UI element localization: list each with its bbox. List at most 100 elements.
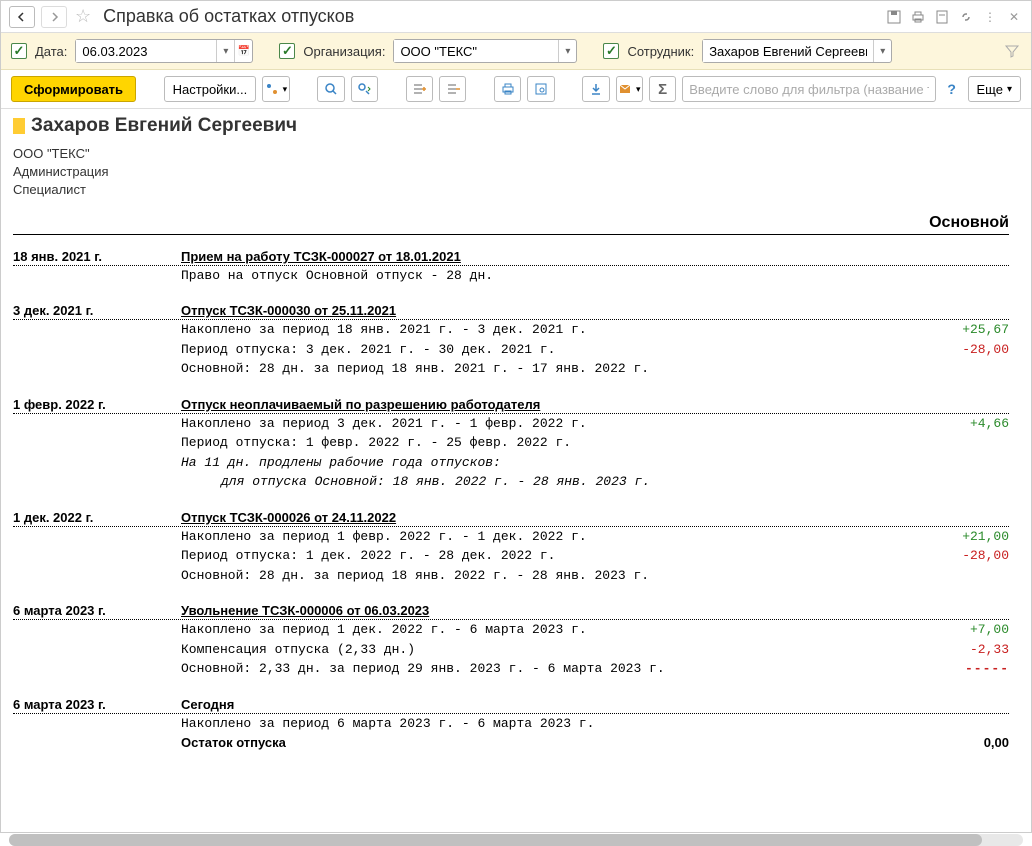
page-title: Справка об остатках отпусков bbox=[103, 6, 879, 27]
filter-funnel-icon[interactable] bbox=[1003, 42, 1021, 60]
more-label: Еще bbox=[977, 82, 1003, 97]
today-date: 6 марта 2023 г. bbox=[13, 697, 181, 712]
dept-name: Администрация bbox=[13, 163, 1009, 181]
date-field[interactable]: ▾ 📅 bbox=[75, 39, 253, 63]
emp-dropdown-icon[interactable]: ▾ bbox=[873, 40, 891, 62]
titlebar: ☆ Справка об остатках отпусков ⋮ ✕ bbox=[1, 1, 1031, 33]
help-icon[interactable]: ? bbox=[942, 81, 962, 97]
org-dropdown-icon[interactable]: ▾ bbox=[558, 40, 576, 62]
settings-variant-button[interactable]: ▾ bbox=[262, 76, 289, 102]
event-amount: +7,00 bbox=[929, 620, 1009, 640]
date-picker-icon[interactable]: 📅 bbox=[234, 40, 252, 62]
event-detail-text: Право на отпуск Основной отпуск - 28 дн. bbox=[181, 266, 1009, 286]
collapse-toggle[interactable] bbox=[13, 118, 25, 134]
back-button[interactable] bbox=[9, 6, 35, 28]
email-button[interactable]: ▾ bbox=[616, 76, 643, 102]
event-amount: -28,00 bbox=[929, 340, 1009, 360]
event-amount: ----- bbox=[929, 659, 1009, 679]
org-label: Организация: bbox=[303, 44, 385, 59]
more-menu-button[interactable]: Еще ▾ bbox=[968, 76, 1021, 102]
event-block: 1 февр. 2022 г.Отпуск неоплачиваемый по … bbox=[13, 397, 1009, 492]
today-title: Сегодня bbox=[181, 697, 1009, 712]
event-amount: +21,00 bbox=[929, 527, 1009, 547]
favorite-star-icon[interactable]: ☆ bbox=[75, 6, 91, 27]
save-button[interactable] bbox=[582, 76, 609, 102]
event-date: 6 марта 2023 г. bbox=[13, 603, 181, 618]
generate-button[interactable]: Сформировать bbox=[11, 76, 136, 102]
event-title[interactable]: Отпуск ТСЗК-000026 от 24.11.2022 bbox=[181, 510, 1009, 525]
event-detail-text: Период отпуска: 3 дек. 2021 г. - 30 дек.… bbox=[181, 340, 929, 360]
sum-button[interactable]: Σ bbox=[649, 76, 676, 102]
emp-label: Сотрудник: bbox=[627, 44, 694, 59]
today-block: 6 марта 2023 г. Сегодня Накоплено за пер… bbox=[13, 697, 1009, 751]
preview-button[interactable] bbox=[527, 76, 554, 102]
link-icon[interactable] bbox=[957, 8, 975, 26]
forward-button[interactable] bbox=[41, 6, 67, 28]
org-name: ООО "ТЕКС" bbox=[13, 145, 1009, 163]
event-detail-text: Период отпуска: 1 дек. 2022 г. - 28 дек.… bbox=[181, 546, 929, 566]
toolbar: Сформировать Настройки... ▾ ▾ Σ ? Еще ▾ bbox=[1, 70, 1031, 109]
emp-checkbox[interactable] bbox=[603, 43, 619, 59]
event-detail-text: Накоплено за период 18 янв. 2021 г. - 3 … bbox=[181, 320, 929, 340]
section-title: Основной bbox=[929, 214, 1009, 232]
event-detail-text: Основной: 2,33 дн. за период 29 янв. 202… bbox=[181, 659, 929, 679]
event-date: 1 февр. 2022 г. bbox=[13, 397, 181, 412]
event-detail-text: Основной: 28 дн. за период 18 янв. 2021 … bbox=[181, 359, 1009, 379]
event-date: 3 дек. 2021 г. bbox=[13, 303, 181, 318]
today-line: Накоплено за период 6 марта 2023 г. - 6 … bbox=[181, 714, 1009, 734]
date-label: Дата: bbox=[35, 44, 67, 59]
event-detail-text: Накоплено за период 1 февр. 2022 г. - 1 … bbox=[181, 527, 929, 547]
kebab-icon[interactable]: ⋮ bbox=[981, 8, 999, 26]
org-input[interactable] bbox=[394, 40, 558, 62]
filter-search[interactable] bbox=[682, 76, 936, 102]
event-amount: -2,33 bbox=[929, 640, 1009, 660]
org-block: ООО "ТЕКС" Администрация Специалист bbox=[13, 145, 1009, 200]
save-icon[interactable] bbox=[885, 8, 903, 26]
filter-search-input[interactable] bbox=[683, 82, 935, 97]
employee-name: Захаров Евгений Сергеевич bbox=[31, 115, 297, 137]
event-detail-text: Накоплено за период 1 дек. 2022 г. - 6 м… bbox=[181, 620, 929, 640]
event-detail-text: На 11 дн. продлены рабочие года отпусков… bbox=[181, 453, 1009, 473]
event-date: 18 янв. 2021 г. bbox=[13, 249, 181, 264]
event-block: 18 янв. 2021 г.Прием на работу ТСЗК-0000… bbox=[13, 249, 1009, 286]
org-field[interactable]: ▾ bbox=[393, 39, 577, 63]
date-input[interactable] bbox=[76, 40, 216, 62]
org-checkbox[interactable] bbox=[279, 43, 295, 59]
settings-button[interactable]: Настройки... bbox=[164, 76, 257, 102]
event-detail-text: Основной: 28 дн. за период 18 янв. 2022 … bbox=[181, 566, 1009, 586]
event-title[interactable]: Отпуск неоплачиваемый по разрешению рабо… bbox=[181, 397, 1009, 412]
position-name: Специалист bbox=[13, 181, 1009, 199]
event-title[interactable]: Увольнение ТСЗК-000006 от 06.03.2023 bbox=[181, 603, 1009, 618]
horizontal-scrollbar[interactable] bbox=[9, 834, 1023, 846]
date-checkbox[interactable] bbox=[11, 43, 27, 59]
event-title[interactable]: Отпуск ТСЗК-000030 от 25.11.2021 bbox=[181, 303, 1009, 318]
event-date: 1 дек. 2022 г. bbox=[13, 510, 181, 525]
balance-label: Остаток отпуска bbox=[181, 735, 929, 750]
event-detail-text: Период отпуска: 1 февр. 2022 г. - 25 фев… bbox=[181, 433, 1009, 453]
balance-value: 0,00 bbox=[929, 735, 1009, 750]
date-dropdown-icon[interactable]: ▾ bbox=[216, 40, 234, 62]
event-title[interactable]: Прием на работу ТСЗК-000027 от 18.01.202… bbox=[181, 249, 1009, 264]
event-amount: -28,00 bbox=[929, 546, 1009, 566]
event-detail-text: Накоплено за период 3 дек. 2021 г. - 1 ф… bbox=[181, 414, 929, 434]
filter-bar: Дата: ▾ 📅 Организация: ▾ Сотрудник: ▾ bbox=[1, 33, 1031, 70]
event-block: 6 марта 2023 г.Увольнение ТСЗК-000006 от… bbox=[13, 603, 1009, 679]
emp-field[interactable]: ▾ bbox=[702, 39, 892, 63]
event-detail-text: Компенсация отпуска (2,33 дн.) bbox=[181, 640, 929, 660]
calc-icon[interactable] bbox=[933, 8, 951, 26]
settings-label: Настройки... bbox=[173, 82, 248, 97]
expand-all-button[interactable] bbox=[406, 76, 433, 102]
find-next-button[interactable] bbox=[351, 76, 378, 102]
find-button[interactable] bbox=[317, 76, 344, 102]
emp-input[interactable] bbox=[703, 40, 873, 62]
chevron-down-icon: ▾ bbox=[1007, 84, 1012, 95]
event-detail-text: для отпуска Основной: 18 янв. 2022 г. - … bbox=[181, 472, 1009, 492]
collapse-all-button[interactable] bbox=[439, 76, 466, 102]
print-button[interactable] bbox=[494, 76, 521, 102]
report-area[interactable]: Захаров Евгений Сергеевич ООО "ТЕКС" Адм… bbox=[1, 109, 1031, 834]
print-icon[interactable] bbox=[909, 8, 927, 26]
event-amount: +25,67 bbox=[929, 320, 1009, 340]
close-icon[interactable]: ✕ bbox=[1005, 8, 1023, 26]
event-amount: +4,66 bbox=[929, 414, 1009, 434]
event-block: 3 дек. 2021 г.Отпуск ТСЗК-000030 от 25.1… bbox=[13, 303, 1009, 379]
